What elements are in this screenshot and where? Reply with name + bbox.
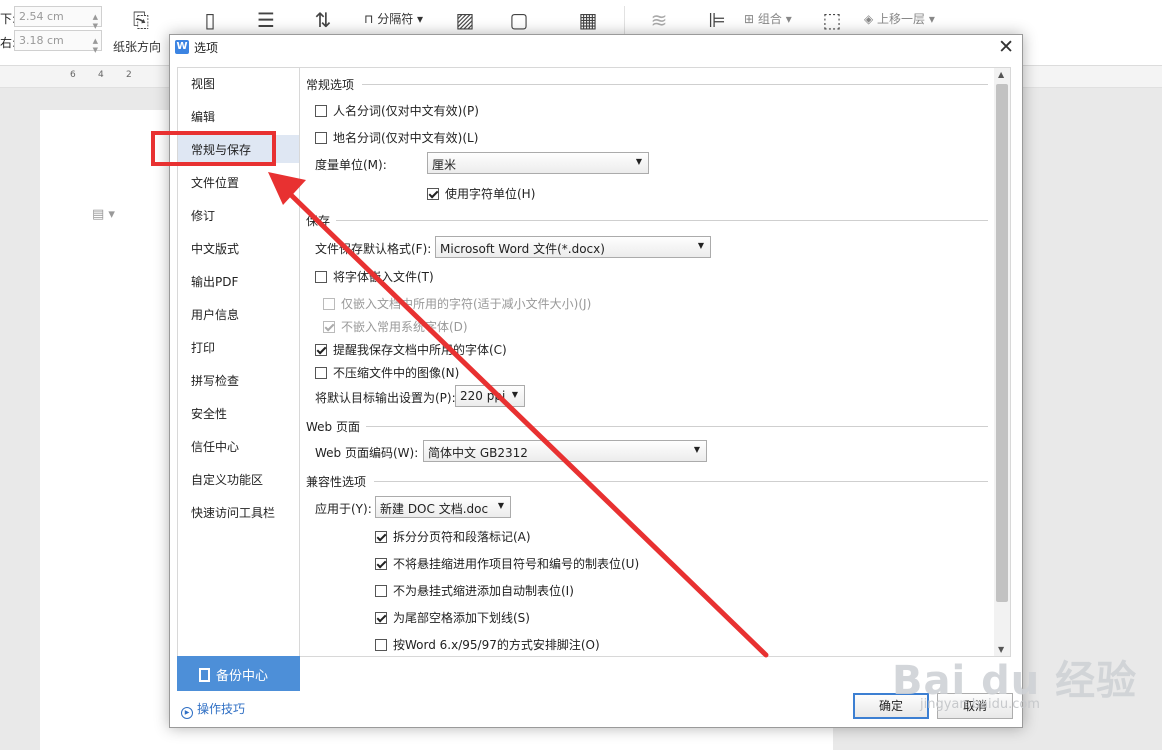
pointer-arrow [268,172,769,658]
watermark-url: jingyan.baidu.com [920,697,1040,712]
